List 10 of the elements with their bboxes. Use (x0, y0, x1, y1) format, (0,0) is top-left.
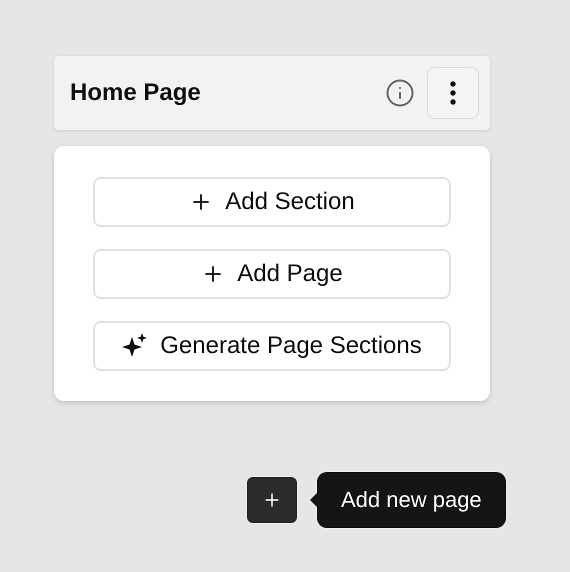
page-title: Home Page (70, 79, 202, 107)
more-button[interactable] (427, 67, 479, 119)
menu-button[interactable]: Add Page (93, 249, 451, 299)
add-page-button[interactable] (247, 477, 297, 523)
info-icon[interactable] (385, 78, 415, 108)
more-icon (450, 81, 456, 105)
tooltip-pointer (309, 492, 318, 508)
menu-button[interactable]: Generate Page Sections (93, 321, 451, 371)
sparkle-icon (122, 333, 148, 359)
menu-button[interactable]: Add Section (93, 177, 451, 227)
